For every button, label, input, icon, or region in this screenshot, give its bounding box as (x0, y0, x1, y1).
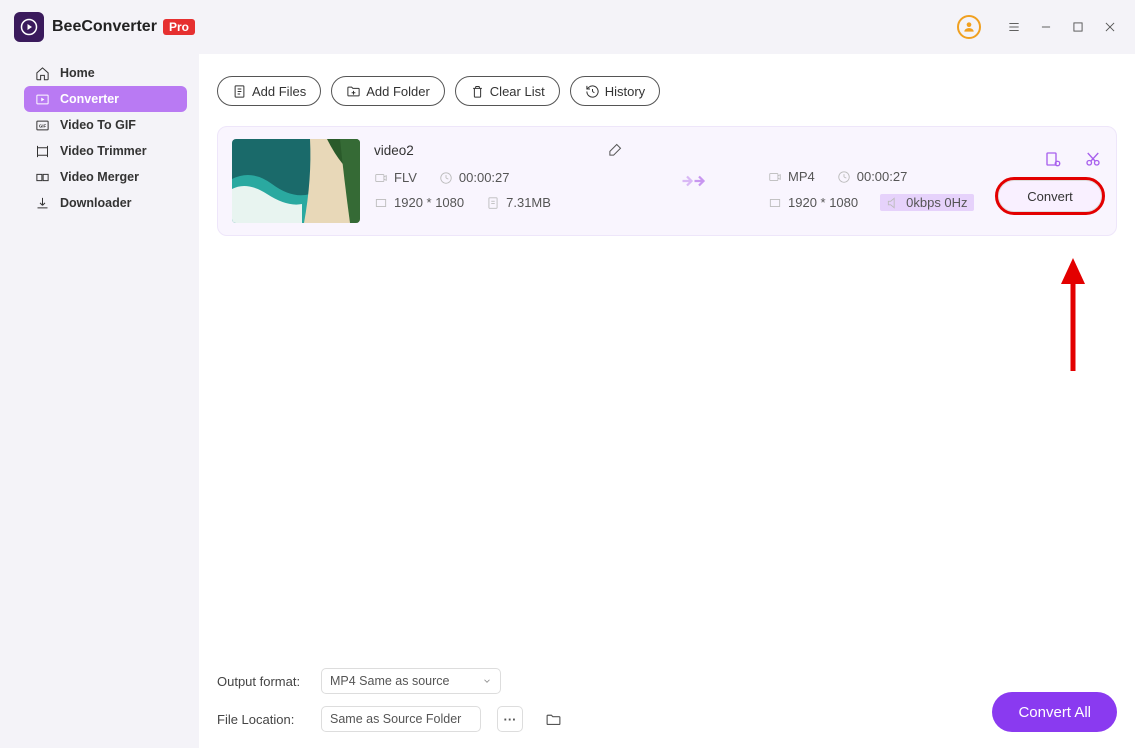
pro-badge: Pro (163, 19, 195, 35)
open-folder-icon[interactable] (543, 709, 563, 729)
user-icon[interactable] (957, 15, 981, 39)
settings-icon[interactable] (1044, 150, 1062, 168)
edit-name-icon[interactable] (608, 142, 624, 158)
sidebar-item-converter[interactable]: Converter (24, 86, 187, 112)
sidebar-item-label: Downloader (60, 196, 132, 210)
source-duration: 00:00:27 (439, 170, 510, 185)
sidebar-item-home[interactable]: Home (24, 60, 187, 86)
button-label: Clear List (490, 84, 545, 99)
history-icon (585, 84, 600, 99)
add-files-button[interactable]: Add Files (217, 76, 321, 106)
svg-text:GIF: GIF (38, 123, 46, 128)
source-format: FLV (374, 170, 417, 185)
main-panel: Add Files Add Folder Clear List History (199, 54, 1135, 748)
gif-icon: GIF (34, 117, 50, 133)
sidebar-item-label: Video Merger (60, 170, 139, 184)
select-value: MP4 Same as source (330, 674, 450, 688)
output-audio: 0kbps 0Hz (880, 194, 973, 211)
sidebar-item-label: Video To GIF (60, 118, 136, 132)
video-thumbnail (232, 139, 360, 223)
source-size: 7.31MB (486, 195, 551, 210)
file-card: video2 FLV 00:00:27 (217, 126, 1117, 236)
file-location-label: File Location: (217, 712, 305, 727)
convert-button[interactable]: Convert (998, 180, 1102, 212)
file-name: video2 (374, 143, 414, 158)
download-icon (34, 195, 50, 211)
clear-list-button[interactable]: Clear List (455, 76, 560, 106)
input-value: Same as Source Folder (330, 712, 461, 726)
button-label: Add Files (252, 84, 306, 99)
button-label: Convert (1027, 189, 1073, 204)
output-info: MP4 00:00:27 1920 * 1080 0kbps 0Hz (768, 141, 998, 221)
output-resolution: 1920 * 1080 (768, 194, 858, 211)
output-format-row: Output format: MP4 Same as source (217, 668, 563, 694)
toolbar: Add Files Add Folder Clear List History (217, 76, 1117, 106)
convert-all-button[interactable]: Convert All (992, 692, 1117, 732)
button-label: Add Folder (366, 84, 430, 99)
sidebar: Home Converter GIF Video To GIF Video Tr… (0, 54, 199, 748)
sidebar-item-video-trimmer[interactable]: Video Trimmer (24, 138, 187, 164)
output-format-select[interactable]: MP4 Same as source (321, 668, 501, 694)
add-folder-button[interactable]: Add Folder (331, 76, 445, 106)
output-format: MP4 (768, 169, 815, 184)
converter-icon (34, 91, 50, 107)
browse-button[interactable]: ··· (497, 706, 523, 732)
bottom-bar: Output format: MP4 Same as source File L… (217, 668, 1117, 732)
arrow-annotation (1053, 256, 1093, 379)
arrow-icon (624, 171, 768, 191)
titlebar: BeeConverter Pro (0, 0, 1135, 54)
sidebar-item-label: Home (60, 66, 95, 80)
source-info: video2 FLV 00:00:27 (374, 142, 624, 220)
cut-icon[interactable] (1084, 150, 1102, 168)
chevron-down-icon (482, 676, 492, 686)
hamburger-menu-icon[interactable] (1003, 16, 1025, 38)
source-resolution: 1920 * 1080 (374, 195, 464, 210)
output-format-label: Output format: (217, 674, 305, 689)
sidebar-item-downloader[interactable]: Downloader (24, 190, 187, 216)
file-location-row: File Location: Same as Source Folder ··· (217, 706, 563, 732)
sidebar-item-video-to-gif[interactable]: GIF Video To GIF (24, 112, 187, 138)
add-files-icon (232, 84, 247, 99)
maximize-button[interactable] (1067, 16, 1089, 38)
file-location-input[interactable]: Same as Source Folder (321, 706, 481, 732)
sidebar-item-label: Converter (60, 92, 119, 106)
trimmer-icon (34, 143, 50, 159)
card-actions: Convert (998, 150, 1102, 212)
add-folder-icon (346, 84, 361, 99)
app-logo (14, 12, 44, 42)
minimize-button[interactable] (1035, 16, 1057, 38)
output-duration: 00:00:27 (837, 169, 908, 184)
app-title: BeeConverter (52, 18, 157, 36)
clear-icon (470, 84, 485, 99)
button-label: History (605, 84, 645, 99)
home-icon (34, 65, 50, 81)
merger-icon (34, 169, 50, 185)
close-button[interactable] (1099, 16, 1121, 38)
history-button[interactable]: History (570, 76, 660, 106)
sidebar-item-video-merger[interactable]: Video Merger (24, 164, 187, 190)
sidebar-item-label: Video Trimmer (60, 144, 147, 158)
